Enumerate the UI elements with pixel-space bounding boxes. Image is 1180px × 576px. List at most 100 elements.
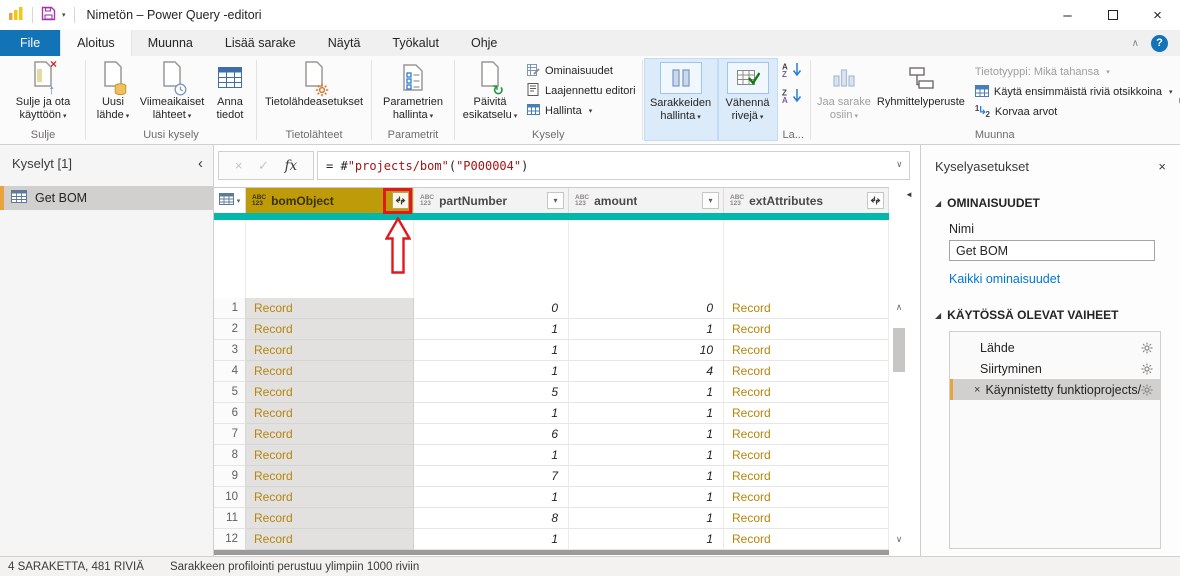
cell-partNumber[interactable]: 1 (414, 445, 569, 466)
step-lahde[interactable]: Lähde (950, 337, 1160, 358)
cell-bomObject[interactable]: Record (246, 319, 414, 340)
cell-partNumber[interactable]: 7 (414, 466, 569, 487)
cell-partNumber[interactable]: 0 (414, 298, 569, 319)
row-number-cell[interactable]: 4 (214, 361, 246, 382)
quick-access-toolbar-dropdown-icon[interactable]: ▾ (62, 11, 66, 19)
scroll-down-icon[interactable]: ∨ (892, 532, 906, 546)
cell-bomObject[interactable]: Record (246, 298, 414, 319)
cell-partNumber[interactable]: 1 (414, 319, 569, 340)
manage-query-button[interactable]: Hallinta▾ (525, 101, 638, 121)
cell-amount[interactable]: 1 (569, 466, 724, 487)
cell-bomObject[interactable]: Record (246, 382, 414, 403)
cell-amount[interactable]: 0 (569, 298, 724, 319)
tab-ohje[interactable]: Ohje (455, 30, 513, 56)
cell-partNumber[interactable]: 6 (414, 424, 569, 445)
add-step-fx-button[interactable]: fx (285, 158, 298, 174)
cell-extAttributes[interactable]: Record (724, 361, 889, 382)
row-number-cell[interactable]: 2 (214, 319, 246, 340)
collapse-queries-pane-icon[interactable]: ‹ (198, 158, 203, 170)
row-number-cell[interactable]: 12 (214, 529, 246, 550)
enter-data-button[interactable]: Anna tiedot (208, 58, 252, 122)
cell-extAttributes[interactable]: Record (724, 403, 889, 424)
group-by-button[interactable]: Ryhmittelyperuste (873, 58, 969, 109)
cell-bomObject[interactable]: Record (246, 529, 414, 550)
scrollbar-thumb[interactable] (893, 328, 905, 372)
cell-extAttributes[interactable]: Record (724, 445, 889, 466)
cell-bomObject[interactable]: Record (246, 340, 414, 361)
cell-bomObject[interactable]: Record (246, 361, 414, 382)
tab-lisaa-sarake[interactable]: Lisää sarake (209, 30, 312, 56)
row-number-cell[interactable]: 9 (214, 466, 246, 487)
vertical-scrollbar[interactable]: ∧ ∨ (892, 300, 906, 546)
cell-partNumber[interactable]: 5 (414, 382, 569, 403)
cell-amount[interactable]: 10 (569, 340, 724, 361)
step-settings-gear-icon[interactable] (1141, 342, 1153, 354)
step-settings-gear-icon[interactable] (1141, 384, 1153, 396)
row-number-cell[interactable]: 5 (214, 382, 246, 403)
cell-amount[interactable]: 1 (569, 445, 724, 466)
data-source-settings-button[interactable]: Tietolähdeasetukset (261, 58, 367, 109)
cell-amount[interactable]: 1 (569, 508, 724, 529)
close-button[interactable]: × (1135, 0, 1180, 30)
pane-splitter-arrow-icon[interactable]: ◄ (905, 190, 913, 199)
cell-amount[interactable]: 4 (569, 361, 724, 382)
close-settings-pane-icon[interactable]: × (1158, 159, 1166, 174)
expand-formula-bar-icon[interactable]: ∨ (897, 160, 902, 170)
cell-partNumber[interactable]: 1 (414, 403, 569, 424)
use-first-row-as-headers-button[interactable]: Käytä ensimmäistä riviä otsikkoina▾ (973, 82, 1175, 102)
all-properties-link[interactable]: Kaikki ominaisuudet (949, 272, 1060, 286)
advanced-editor-button[interactable]: Laajennettu editori (525, 81, 638, 101)
formula-input[interactable]: = #"projects/bom"("P000004")∨ (317, 151, 910, 180)
row-number-cell[interactable]: 8 (214, 445, 246, 466)
step-settings-gear-icon[interactable] (1141, 363, 1153, 375)
cell-partNumber[interactable]: 1 (414, 529, 569, 550)
properties-button[interactable]: Ominaisuudet (525, 61, 638, 81)
tab-file[interactable]: File (0, 30, 60, 56)
cell-extAttributes[interactable]: Record (724, 298, 889, 319)
cell-bomObject[interactable]: Record (246, 445, 414, 466)
cell-extAttributes[interactable]: Record (724, 508, 889, 529)
formula-cancel-icon[interactable]: × (235, 158, 243, 173)
help-button[interactable]: ? (1151, 35, 1168, 52)
reduce-rows-button[interactable]: Vähennä rivejä▾ (718, 58, 778, 141)
cell-bomObject[interactable]: Record (246, 466, 414, 487)
cell-extAttributes[interactable]: Record (724, 382, 889, 403)
delete-step-icon[interactable]: × (974, 384, 980, 396)
cell-extAttributes[interactable]: Record (724, 424, 889, 445)
formula-confirm-icon[interactable]: ✓ (258, 158, 269, 174)
sort-ascending-icon[interactable]: AZ (781, 62, 805, 80)
close-and-apply-button[interactable]: ×↑ Sulje ja ota käyttöön▾ (5, 58, 81, 123)
cell-amount[interactable]: 1 (569, 487, 724, 508)
cell-amount[interactable]: 1 (569, 424, 724, 445)
column-header-extAttributes[interactable]: ABC123 extAttributes (724, 188, 889, 213)
column-header-amount[interactable]: ABC123 amount ▾ (569, 188, 724, 213)
cell-extAttributes[interactable]: Record (724, 319, 889, 340)
cell-amount[interactable]: 1 (569, 382, 724, 403)
properties-section-header[interactable]: ◢ OMINAISUUDET (935, 196, 1166, 210)
split-column-button[interactable]: Jaa sarake osiin▾ (815, 58, 873, 123)
cell-bomObject[interactable]: Record (246, 487, 414, 508)
tab-aloitus[interactable]: Aloitus (60, 30, 132, 56)
cell-amount[interactable]: 1 (569, 319, 724, 340)
row-number-cell[interactable]: 11 (214, 508, 246, 529)
cell-amount[interactable]: 1 (569, 403, 724, 424)
manage-parameters-button[interactable]: Parametrien hallinta▾ (376, 58, 450, 123)
sort-descending-icon[interactable]: ZA (781, 88, 805, 106)
cell-extAttributes[interactable]: Record (724, 340, 889, 361)
minimize-button[interactable]: – (1045, 0, 1090, 30)
column-header-partNumber[interactable]: ABC123 partNumber ▾ (414, 188, 569, 213)
new-source-button[interactable]: Uusi lähde▾ (90, 58, 136, 123)
scroll-up-icon[interactable]: ∧ (892, 300, 906, 314)
step-kaynnistetty-funktio[interactable]: × Käynnistetty funktioprojects/... (950, 379, 1160, 400)
expand-column-button[interactable] (867, 192, 884, 209)
collapse-ribbon-icon[interactable]: ∧ (1132, 38, 1139, 49)
filter-dropdown-button[interactable]: ▾ (547, 192, 564, 209)
cell-amount[interactable]: 1 (569, 529, 724, 550)
tab-muunna[interactable]: Muunna (132, 30, 209, 56)
tab-nayta[interactable]: Näytä (312, 30, 377, 56)
maximize-button[interactable] (1090, 0, 1135, 30)
recent-sources-button[interactable]: Viimeaikaiset lähteet▾ (136, 58, 208, 123)
data-type-button[interactable]: Tietotyyppi: Mikä tahansa▾ (973, 62, 1175, 82)
filter-dropdown-button[interactable]: ▾ (702, 192, 719, 209)
horizontal-scrollbar[interactable] (214, 550, 889, 555)
